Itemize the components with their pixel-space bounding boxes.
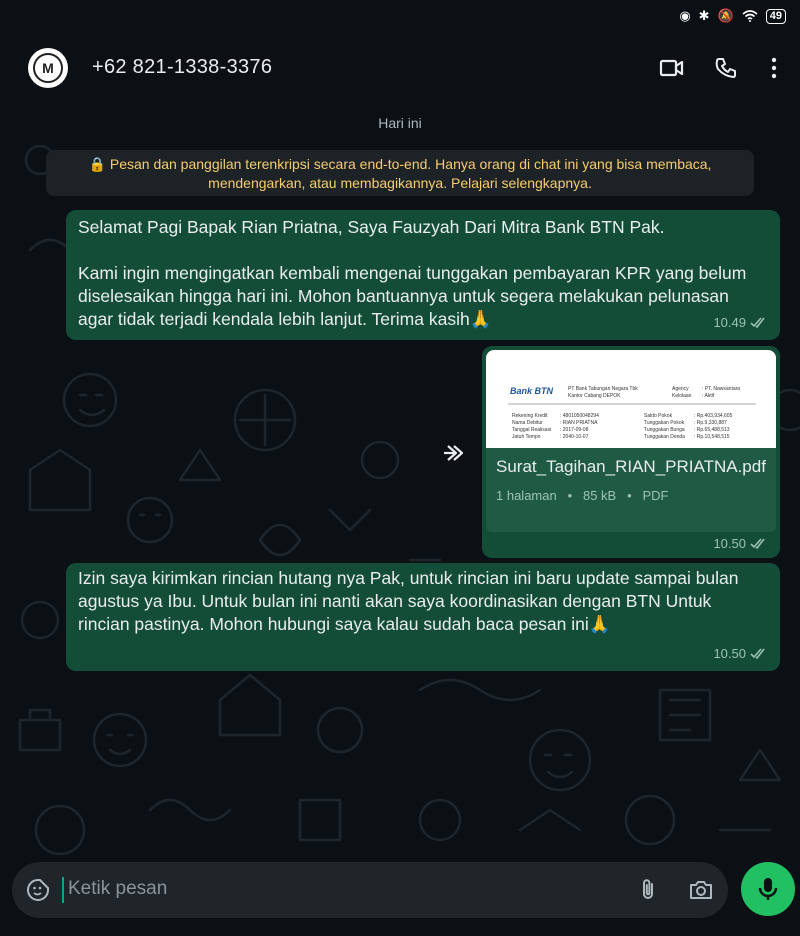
status-bar: ◉ ✱ 🔕 49 — [0, 0, 800, 34]
voice-record-button[interactable] — [741, 862, 795, 916]
phone-icon — [715, 58, 736, 78]
preview-agency-label: Agency — [672, 386, 689, 392]
more-vertical-icon — [771, 57, 777, 79]
video-call-button[interactable] — [658, 54, 686, 82]
contact-name[interactable]: +62 821-1338-3376 — [92, 56, 272, 79]
preview-cell: Saldo Pokok — [644, 413, 673, 419]
voice-call-button[interactable] — [712, 54, 740, 82]
text-cursor — [62, 877, 64, 903]
message-text: Selamat Pagi Bapak Rian Priatna, Saya Fa… — [78, 217, 665, 237]
preview-cell: Tunggakan Bunga — [644, 427, 685, 433]
preview-cell: : Rp.403,934,605 — [694, 413, 733, 419]
sticker-icon — [27, 879, 49, 901]
preview-cell: : Rp.9,330,887 — [694, 420, 727, 426]
preview-cell: : 2017-09-08 — [560, 427, 589, 433]
avatar-letter: M — [33, 53, 63, 83]
message-meta: 10.50 — [713, 532, 766, 555]
preview-cell: Tunggakan Denda — [644, 434, 685, 440]
document-thumbnail: Bank BTN PT Bank Tabungan Negara Tbk Kan… — [508, 386, 756, 440]
camera-button[interactable] — [688, 878, 714, 902]
status-icons: ◉ ✱ 🔕 49 — [679, 8, 786, 24]
more-options-button[interactable] — [760, 54, 788, 82]
preview-company: PT Bank Tabungan Negara Tbk — [568, 386, 638, 392]
message-bubble[interactable]: Selamat Pagi Bapak Rian Priatna, Saya Fa… — [66, 210, 780, 340]
double-check-icon — [750, 538, 765, 549]
document-name: Surat_Tagihan_RIAN_PRIATNA.pdf — [496, 457, 766, 476]
bluetooth-icon: ✱ — [698, 8, 710, 23]
sticker-button[interactable] — [26, 878, 50, 902]
preview-agency-value: : PT. Nawsantara — [702, 386, 740, 392]
preview-kolek-value: : Aktif — [702, 393, 715, 399]
document-details: 1 halaman • 85 kB • PDF — [496, 488, 669, 503]
preview-cell: Tanggal Realisasi — [512, 427, 551, 433]
preview-cell: : 2040-10-07 — [560, 434, 589, 440]
microphone-icon — [758, 878, 778, 900]
paperclip-icon — [643, 879, 653, 899]
message-input[interactable]: Ketik pesan — [68, 878, 167, 900]
message-time: 10.49 — [713, 315, 746, 330]
message-time: 10.50 — [713, 536, 746, 551]
double-check-icon — [750, 648, 765, 659]
document-info[interactable]: Surat_Tagihan_RIAN_PRIATNA.pdf 1 halaman… — [486, 448, 776, 532]
preview-cell: : Rp.10,548,515 — [694, 434, 730, 440]
chat-header: M +62 821-1338-3376 — [0, 34, 800, 102]
date-separator: Hari ini — [378, 115, 422, 131]
message-text: Kami ingin mengingatkan kembali mengenai… — [78, 263, 747, 329]
avatar[interactable]: M — [28, 48, 68, 88]
document-preview[interactable]: Bank BTN PT Bank Tabungan Negara Tbk Kan… — [486, 350, 776, 448]
mute-icon: 🔕 — [717, 8, 734, 23]
preview-cell: : RIAN PRIATNA — [560, 420, 598, 426]
message-text: Izin saya kirimkan rincian hutang nya Pa… — [78, 568, 739, 634]
encryption-notice[interactable]: 🔒 Pesan dan panggilan terenkripsi secara… — [46, 150, 754, 196]
message-meta: 10.49 — [713, 311, 766, 334]
preview-cell: Rekening Kredit — [512, 413, 548, 419]
forward-button[interactable] — [438, 438, 468, 468]
nfc-icon: ◉ — [679, 8, 691, 23]
preview-cell: : 4801050048294 — [560, 413, 599, 419]
document-size: 85 kB — [582, 488, 617, 503]
message-input-bar: Ketik pesan — [12, 862, 728, 918]
preview-cell: Nama Debitur — [512, 420, 543, 426]
preview-kolek-label: Kelolaan — [672, 393, 692, 399]
preview-cell: Jatuh Tempo — [512, 434, 541, 440]
camera-icon — [690, 881, 712, 899]
document-pages: 1 halaman — [496, 488, 557, 503]
forward-icon — [444, 445, 464, 461]
bank-logo: Bank BTN — [510, 386, 554, 396]
video-call-icon — [659, 59, 684, 77]
battery-indicator: 49 — [765, 8, 786, 24]
message-bubble[interactable]: Izin saya kirimkan rincian hutang nya Pa… — [66, 563, 780, 671]
preview-cell: Tunggakan Pokok — [644, 420, 685, 426]
wifi-icon — [742, 10, 758, 22]
message-time: 10.50 — [713, 646, 746, 661]
document-type: PDF — [642, 488, 669, 503]
double-check-icon — [750, 317, 765, 328]
preview-cell: : Rp.65,488,513 — [694, 427, 730, 433]
document-message[interactable]: Bank BTN PT Bank Tabungan Negara Tbk Kan… — [482, 346, 780, 558]
attach-button[interactable] — [636, 878, 660, 902]
message-meta: 10.50 — [713, 642, 766, 665]
preview-office: Kantor Cabang DEPOK — [568, 393, 621, 399]
